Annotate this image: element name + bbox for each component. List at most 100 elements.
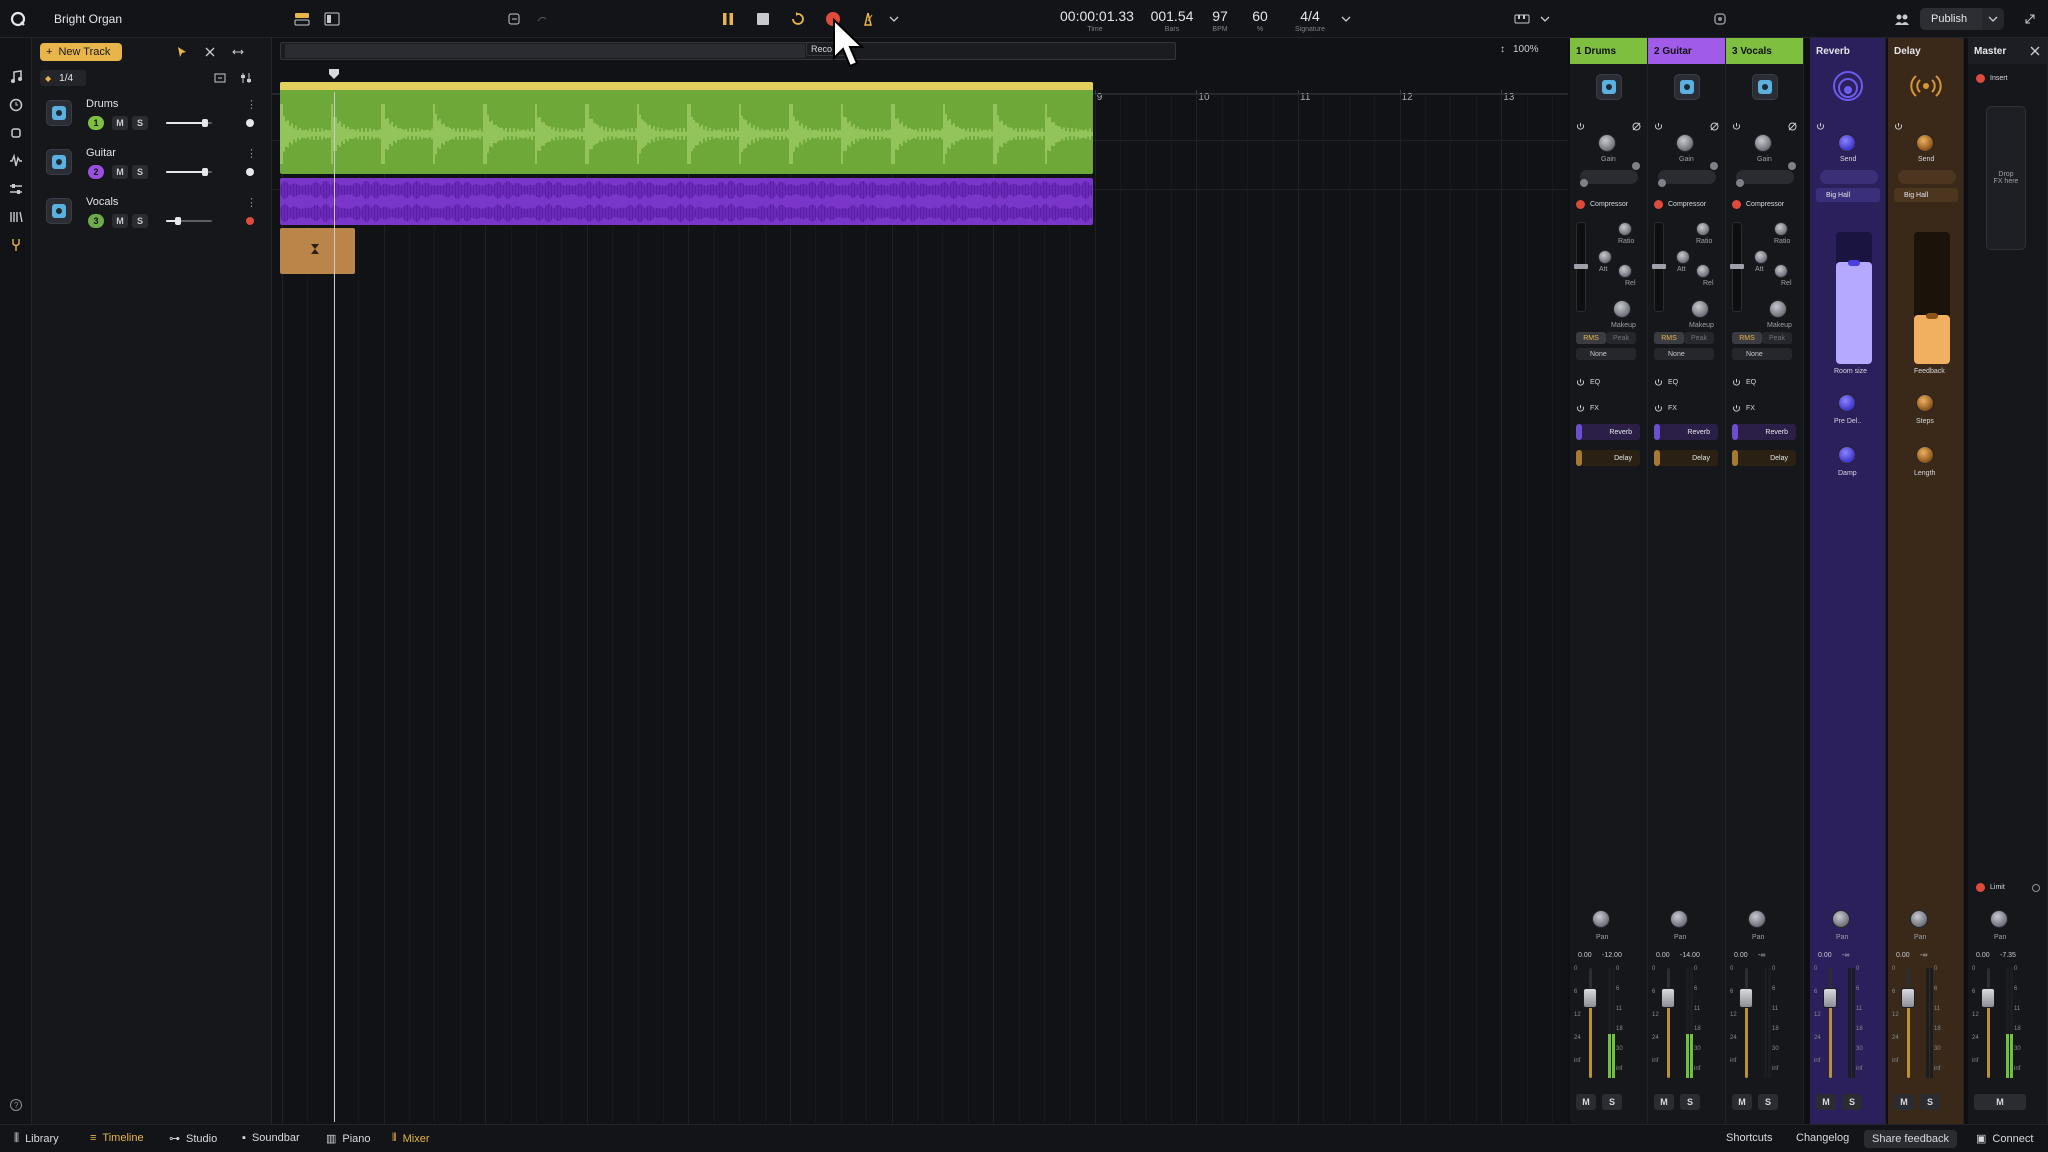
- slider-handle[interactable]: [1788, 162, 1796, 170]
- fullscreen-icon[interactable]: [2020, 9, 2040, 29]
- delay-header[interactable]: Delay: [1888, 38, 1963, 64]
- solo-button[interactable]: S: [1758, 1094, 1778, 1110]
- track-header-guitar[interactable]: Guitar ⋮ 2 M S: [32, 141, 272, 189]
- track-name[interactable]: Guitar: [86, 147, 116, 159]
- ratio-knob[interactable]: [1774, 222, 1788, 236]
- close-icon[interactable]: [2022, 38, 2048, 64]
- attack-knob[interactable]: [1676, 250, 1690, 264]
- studio-tab[interactable]: ⊶ Studio: [169, 1132, 217, 1146]
- fx-label[interactable]: FX: [1668, 405, 1677, 412]
- volume-handle[interactable]: [175, 217, 181, 225]
- instrument-icon[interactable]: [1752, 74, 1778, 100]
- chevron-down-icon[interactable]: [1535, 9, 1555, 29]
- gain-slider[interactable]: [1580, 170, 1638, 184]
- mute-button[interactable]: M: [112, 165, 128, 179]
- publish-dropdown[interactable]: [1982, 8, 2004, 30]
- eq-label[interactable]: EQ: [1590, 379, 1600, 386]
- volume-fader[interactable]: [1823, 988, 1837, 1008]
- instrument-icon[interactable]: [1674, 74, 1700, 100]
- fx-label[interactable]: FX: [1590, 405, 1599, 412]
- channel-header[interactable]: 2 Guitar: [1648, 38, 1725, 64]
- mute-button[interactable]: M: [1732, 1094, 1752, 1110]
- gain-knob[interactable]: [1754, 134, 1772, 152]
- solo-button[interactable]: S: [1920, 1094, 1940, 1110]
- connect-button[interactable]: ▣ Connect: [1976, 1132, 2033, 1146]
- grid-size-button[interactable]: ◆ 1/4: [40, 70, 86, 86]
- rms-button[interactable]: RMS: [1576, 332, 1606, 344]
- more-icon[interactable]: ⋮: [246, 196, 257, 209]
- music-note-icon[interactable]: [7, 68, 25, 86]
- power-icon[interactable]: [1816, 122, 1825, 131]
- threshold-handle[interactable]: [1652, 264, 1666, 269]
- settings-icon[interactable]: [1710, 9, 1730, 29]
- midi-keyboard-icon[interactable]: [1512, 9, 1532, 29]
- automation-icon[interactable]: [238, 70, 254, 86]
- volume-handle[interactable]: [202, 119, 208, 127]
- volume-handle[interactable]: [202, 168, 208, 176]
- attack-knob[interactable]: [1754, 250, 1768, 264]
- feedback-handle[interactable]: [1926, 313, 1938, 319]
- mute-button[interactable]: M: [112, 214, 128, 228]
- drop-fx-zone[interactable]: Drop FX here: [1986, 106, 2026, 250]
- limit-power-button[interactable]: [1976, 883, 1985, 892]
- reverb-header[interactable]: Reverb: [1810, 38, 1885, 64]
- playhead-marker-icon[interactable]: [328, 68, 340, 80]
- timeline[interactable]: ↕ 100% 12345678910111213: [272, 38, 1568, 1124]
- makeup-knob[interactable]: [1613, 300, 1631, 318]
- record-arm-button[interactable]: [246, 119, 254, 127]
- send-slider[interactable]: [1898, 170, 1956, 184]
- makeup-knob[interactable]: [1769, 300, 1787, 318]
- peak-button[interactable]: Peak: [1762, 332, 1792, 344]
- library-tab[interactable]: ⫼ Library: [14, 1132, 59, 1145]
- stretch-tool-icon[interactable]: [228, 42, 248, 62]
- damp-knob[interactable]: [1838, 446, 1856, 464]
- length-knob[interactable]: [1916, 446, 1934, 464]
- track-name[interactable]: Vocals: [86, 196, 118, 208]
- app-logo-icon[interactable]: [8, 9, 28, 29]
- tuning-fork-icon[interactable]: [7, 236, 25, 254]
- fx-label[interactable]: FX: [1746, 405, 1755, 412]
- slider-handle[interactable]: [1658, 179, 1666, 187]
- layout-top-icon[interactable]: [292, 9, 312, 29]
- preset-select[interactable]: Big Hall: [1894, 188, 1958, 202]
- delay-send[interactable]: Delay: [1654, 450, 1718, 466]
- release-knob[interactable]: [1618, 264, 1632, 278]
- phase-icon[interactable]: [1632, 122, 1641, 131]
- peak-button[interactable]: Peak: [1606, 332, 1636, 344]
- drums-clip[interactable]: [280, 82, 1093, 174]
- pause-button[interactable]: [718, 9, 738, 29]
- compressor-power-button[interactable]: [1576, 200, 1585, 209]
- peak-button[interactable]: Peak: [1684, 332, 1714, 344]
- overview-viewport[interactable]: [285, 44, 805, 58]
- room-size-handle[interactable]: [1848, 260, 1860, 266]
- bars-readout[interactable]: 001.54 Bars: [1148, 8, 1196, 33]
- power-icon[interactable]: [1576, 122, 1585, 131]
- redo-icon[interactable]: [532, 9, 552, 29]
- gain-knob[interactable]: [1598, 134, 1616, 152]
- track-header-drums[interactable]: Drums ⋮ 1 M S: [32, 92, 272, 140]
- slider-handle[interactable]: [1710, 162, 1718, 170]
- send-knob[interactable]: [1838, 134, 1856, 152]
- loop-button[interactable]: [788, 9, 808, 29]
- gain-knob[interactable]: [1676, 134, 1694, 152]
- rms-button[interactable]: RMS: [1654, 332, 1684, 344]
- preset-select[interactable]: Big Hall: [1816, 188, 1880, 202]
- makeup-knob[interactable]: [1691, 300, 1709, 318]
- mute-button[interactable]: M: [1974, 1094, 2026, 1110]
- slider-handle[interactable]: [1736, 179, 1744, 187]
- ratio-knob[interactable]: [1696, 222, 1710, 236]
- mute-button[interactable]: M: [1816, 1094, 1836, 1110]
- changelog-link[interactable]: Changelog: [1796, 1132, 1849, 1144]
- slider-handle[interactable]: [1580, 179, 1588, 187]
- sidechain-select[interactable]: None: [1732, 348, 1792, 360]
- pan-knob[interactable]: [1592, 910, 1610, 928]
- eq-power-icon[interactable]: [1732, 378, 1741, 387]
- solo-button[interactable]: S: [132, 214, 148, 228]
- more-icon[interactable]: ⋮: [246, 147, 257, 160]
- plugin-icon[interactable]: [7, 124, 25, 142]
- library-bars-icon[interactable]: [7, 208, 25, 226]
- pan-knob[interactable]: [1910, 910, 1928, 928]
- volume-fader[interactable]: [1583, 988, 1597, 1008]
- stop-button[interactable]: [753, 9, 773, 29]
- solo-button[interactable]: S: [1602, 1094, 1622, 1110]
